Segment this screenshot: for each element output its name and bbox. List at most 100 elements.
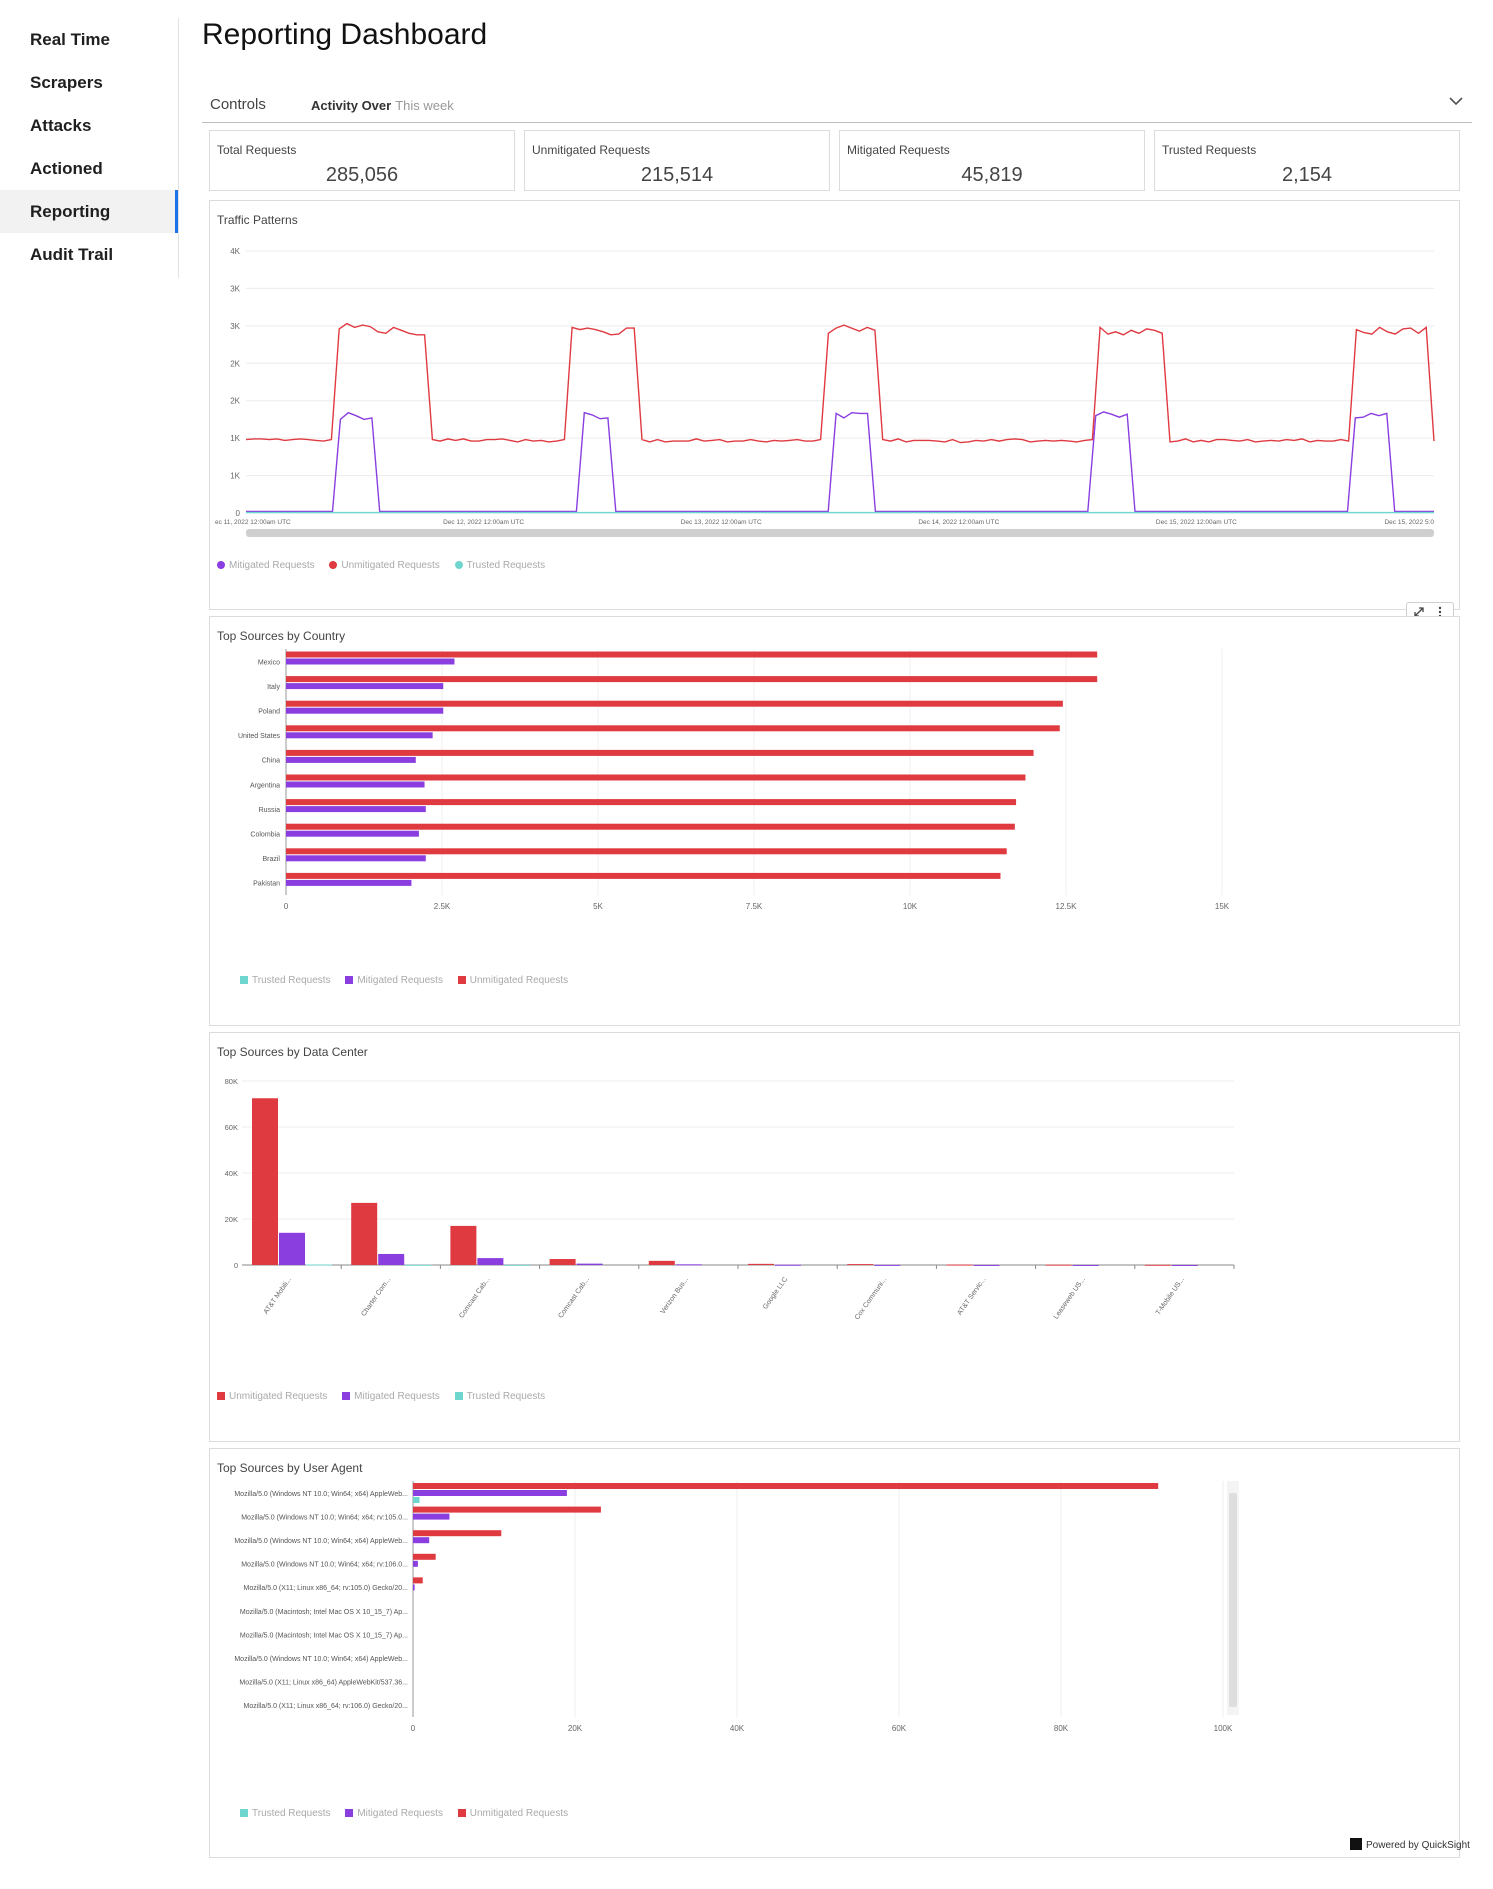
y-tick-label: 0 (236, 509, 241, 518)
legend-label: Unmitigated Requests (229, 1391, 328, 1402)
category-label: Google LLC (762, 1276, 789, 1311)
x-tick-label: 0 (411, 1724, 416, 1733)
bar-mitigated-requests (413, 1490, 567, 1496)
legend-item-trusted[interactable]: Trusted Requests (454, 560, 545, 571)
bar-unmitigated-requests (286, 676, 1098, 683)
category-label: Argentina (250, 782, 280, 789)
legend-label: Unmitigated Requests (341, 560, 440, 571)
kpi-label: Unmitigated Requests (532, 143, 651, 157)
bar-mitigated-requests (775, 1264, 801, 1266)
category-label: Mozilla/5.0 (Windows NT 10.0; Win64; x64… (234, 1538, 408, 1545)
kpi-value: 45,819 (961, 164, 1023, 186)
legend-item-unmitigated[interactable]: Unmitigated Requests (457, 975, 569, 986)
kpi-label: Total Requests (217, 143, 297, 157)
legend-item-unmitigated[interactable]: Unmitigated Requests (457, 1808, 568, 1819)
y-tick-label: 1K (230, 472, 240, 481)
category-label: Mexico (258, 659, 280, 666)
kpi-unmitigated-requests: Unmitigated Requests 215,514 (524, 130, 830, 191)
y-tick-label: 2K (230, 397, 240, 406)
category-label: Pakistan (253, 881, 280, 888)
legend-item-mitigated[interactable]: Mitigated Requests (345, 975, 443, 986)
traffic-patterns-chart[interactable]: 0 1K 1K 2K 2K 3K 3K 4K ec 11, 2022 12:00am UTC De… (210, 201, 1459, 609)
bar-mitigated-requests (286, 781, 425, 788)
range-slider (246, 529, 1434, 537)
traffic-patterns-panel: Traffic Patterns 0 1K 1K 2K 2K 3K 3K 4K ec 11, 2… (209, 200, 1460, 610)
powered-by-quicksight: Powered by QuickSight (1350, 1838, 1470, 1851)
bar-trusted-requests (306, 1264, 332, 1266)
chart-legend: Trusted Requests Mitigated Requests Unmi… (240, 975, 580, 986)
bar-mitigated-requests (279, 1232, 305, 1265)
data-center-chart[interactable]: 0 20K 40K 60K 80K AT&T Mobili... Charter Com..… (210, 1033, 1459, 1441)
sidebar-item-real-time[interactable]: Real Time (0, 18, 178, 61)
legend-label: Trusted Requests (252, 1808, 331, 1819)
bar-unmitigated-requests (286, 725, 1060, 732)
bar-mitigated-requests (874, 1264, 901, 1266)
bar-unmitigated-requests (286, 749, 1034, 756)
bar-unmitigated-requests (252, 1098, 278, 1265)
legend-item-trusted[interactable]: Trusted Requests (240, 1808, 331, 1819)
legend-item-trusted[interactable]: Trusted Requests (454, 1391, 545, 1402)
legend-label: Trusted Requests (252, 975, 331, 986)
y-tick-label: 60K (225, 1123, 238, 1132)
bar-unmitigated-requests (286, 799, 1017, 806)
legend-item-mitigated[interactable]: Mitigated Requests (217, 560, 315, 571)
category-label: Comcast Cab... (557, 1276, 590, 1320)
bar-unmitigated-requests (286, 774, 1026, 781)
user-agent-chart[interactable]: 0 20K 40K 60K 80K 100K Mozilla/5.0 (Windows NT… (210, 1449, 1459, 1857)
x-tick-label: 0 (284, 902, 289, 911)
legend-item-trusted[interactable]: Trusted Requests (240, 975, 331, 986)
controls-bar[interactable]: Controls Activity Over This week (202, 88, 1472, 123)
bar-mitigated-requests (286, 855, 426, 862)
kpi-value: 215,514 (640, 164, 714, 186)
sidebar-item-scrapers[interactable]: Scrapers (0, 61, 178, 104)
legend-item-mitigated[interactable]: Mitigated Requests (345, 1808, 443, 1819)
sidebar-item-reporting[interactable]: Reporting (0, 190, 178, 233)
bar-mitigated-requests (1072, 1264, 1099, 1266)
kpi-row: Total Requests 285,056 Unmitigated Reque… (209, 130, 1460, 192)
category-label: Cox Communi... (854, 1276, 889, 1321)
category-label: Russia (259, 807, 281, 814)
category-label: Mozilla/5.0 (Macintosh; Intel Mac OS X 1… (240, 1632, 408, 1639)
activity-over-filter[interactable]: Activity Over This week (311, 98, 454, 113)
chevron-down-icon[interactable] (1448, 92, 1464, 115)
y-tick-label: 80K (225, 1077, 238, 1086)
bar-unmitigated-requests (413, 1577, 423, 1584)
sidebar-item-actioned[interactable]: Actioned (0, 147, 178, 190)
category-label: Mozilla/5.0 (Windows NT 10.0; Win64; x64… (241, 1562, 408, 1569)
country-chart[interactable]: 0 2.5K 5K 7.5K 10K 12.5K 15K Mexico Italy Poland U… (210, 617, 1459, 1025)
x-tick-label: Dec 15, 2022 5:0 (1384, 519, 1434, 526)
legend-label: Mitigated Requests (354, 1391, 440, 1402)
kpi-value: 285,056 (325, 164, 399, 186)
legend-item-unmitigated[interactable]: Unmitigated Requests (217, 1391, 327, 1402)
x-tick-label: Dec 15, 2022 12:00am UTC (1156, 519, 1237, 526)
series-line-unmitigated-requests (245, 322, 1435, 444)
legend-label: Mitigated Requests (229, 560, 315, 571)
powered-by-label: Powered by QuickSight (1366, 1840, 1470, 1851)
sidebar-item-attacks[interactable]: Attacks (0, 104, 178, 147)
kpi-label: Trusted Requests (1162, 143, 1257, 157)
bar-unmitigated-requests (413, 1530, 502, 1537)
x-tick-label: 10K (903, 902, 918, 911)
bar-mitigated-requests (413, 1513, 450, 1520)
category-label: Mozilla/5.0 (Macintosh; Intel Mac OS X 1… (240, 1609, 408, 1616)
user-agent-panel: Top Sources by User Agent 0 20K 40K 60K 80K 1… (209, 1448, 1460, 1858)
legend-label: Unmitigated Requests (469, 975, 569, 986)
bar-mitigated-requests (286, 830, 419, 837)
bar-trusted-requests (504, 1264, 531, 1266)
bar-mitigated-requests (1171, 1264, 1198, 1266)
sidebar-item-audit-trail[interactable]: Audit Trail (0, 233, 178, 276)
legend-item-mitigated[interactable]: Mitigated Requests (342, 1391, 440, 1402)
category-label: Mozilla/5.0 (Windows NT 10.0; Win64; x64… (234, 1656, 408, 1663)
x-tick-label: 80K (1054, 1724, 1069, 1733)
activity-over-value: This week (395, 98, 454, 113)
category-label: Italy (267, 684, 280, 691)
quicksight-logo-icon (1350, 1838, 1362, 1850)
category-label: Poland (258, 709, 280, 716)
country-panel: Top Sources by Country 0 2.5K 5K 7.5K 10K 12.… (209, 616, 1460, 1026)
category-label: T-Mobile US... (1155, 1276, 1186, 1316)
bar-unmitigated-requests (450, 1225, 477, 1265)
chart-legend: Mitigated Requests Unmitigated Requests … (217, 560, 557, 571)
legend-item-unmitigated[interactable]: Unmitigated Requests (329, 560, 440, 571)
page-title: Reporting Dashboard (202, 18, 488, 51)
category-label: AT&T Servic... (956, 1276, 987, 1316)
